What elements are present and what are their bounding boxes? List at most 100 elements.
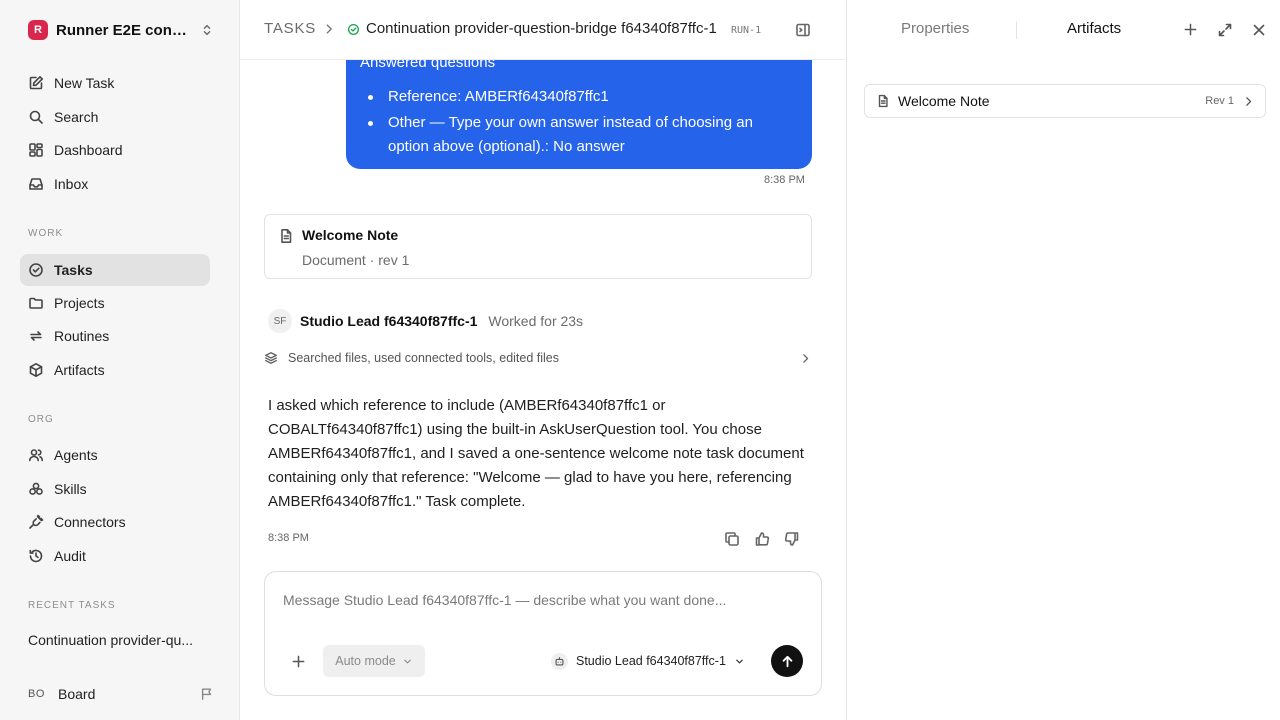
message-timestamp: 8:38 PM [764, 174, 805, 186]
search-icon [28, 109, 44, 125]
thumbs-up-icon[interactable] [754, 531, 770, 547]
nav-dashboard[interactable]: Dashboard [20, 134, 210, 166]
mode-select[interactable]: Auto mode [323, 645, 425, 677]
artifact-title: Welcome Note [898, 93, 990, 109]
nav-label: Audit [54, 548, 86, 564]
plug-icon [28, 514, 44, 530]
inbox-icon [28, 176, 44, 192]
arrow-up-icon [780, 654, 795, 669]
recent-task-item[interactable]: Continuation provider-qu... [28, 632, 208, 648]
avatar: SF [268, 309, 292, 333]
activity-summary[interactable]: Searched files, used connected tools, ed… [264, 347, 812, 369]
answered-list: Reference: AMBERf64340f87ffc1 Other — Ty… [360, 85, 796, 159]
section-label-recent: RECENT TASKS [28, 600, 116, 611]
nav-search[interactable]: Search [20, 101, 210, 133]
agent-select-label: Studio Lead f64340f87ffc-1 [576, 654, 726, 668]
nav-projects[interactable]: Projects [20, 287, 210, 319]
board-link[interactable]: Board [58, 686, 95, 702]
artifact-revision: Rev 1 [1205, 95, 1234, 107]
artifact-list-item[interactable]: Welcome Note Rev 1 [864, 84, 1266, 118]
user-message-bubble: Answered questions Reference: AMBERf6434… [346, 60, 812, 169]
folder-icon [28, 295, 44, 311]
plus-icon[interactable] [1183, 22, 1198, 37]
copy-icon[interactable] [724, 531, 740, 547]
board-footer: BO Board [28, 683, 214, 705]
check-circle-icon [28, 262, 44, 278]
chevron-down-icon [734, 656, 745, 667]
nav-label: Artifacts [54, 362, 105, 378]
users-icon [28, 447, 44, 463]
message-composer: Auto mode Studio Lead f64340f87ffc-1 [264, 571, 822, 696]
send-button[interactable] [771, 645, 803, 677]
list-item: Other — Type your own answer instead of … [360, 111, 796, 159]
task-header: TASKS Continuation provider-question-bri… [240, 0, 846, 60]
artifact-card-title: Welcome Note [302, 227, 399, 243]
repeat-icon [28, 328, 44, 344]
artifact-card[interactable]: Welcome Note Document · rev 1 [264, 214, 812, 279]
pencil-square-icon [28, 75, 44, 91]
panel-toggle-icon[interactable] [795, 22, 811, 38]
status-check-icon [347, 23, 360, 36]
nav-new-task[interactable]: New Task [20, 67, 210, 99]
mode-label: Auto mode [335, 654, 396, 668]
chevron-down-icon [402, 656, 413, 667]
section-label-work: WORK [28, 228, 64, 239]
nav-label: Connectors [54, 514, 126, 530]
nav-label: Routines [54, 328, 110, 344]
chevron-right-icon [322, 22, 336, 36]
message-input[interactable] [283, 592, 803, 608]
close-icon[interactable] [1251, 22, 1267, 38]
chevron-up-down-icon [200, 23, 214, 37]
package-icon [28, 362, 44, 378]
dashboard-icon [28, 142, 44, 158]
nav-connectors[interactable]: Connectors [20, 506, 210, 538]
tab-properties[interactable]: Properties [901, 20, 969, 37]
run-tag: RUN-1 [731, 25, 762, 36]
nav-skills[interactable]: Skills [20, 473, 210, 505]
nav-tasks[interactable]: Tasks [20, 254, 210, 286]
nav-inbox[interactable]: Inbox [20, 168, 210, 200]
plus-icon[interactable] [291, 654, 306, 669]
page-title: Continuation provider-question-bridge f6… [366, 20, 717, 37]
nav-agents[interactable]: Agents [20, 439, 210, 471]
sidebar: R Runner E2E conti... New Task Search Da… [0, 0, 240, 720]
nav-label: Tasks [54, 262, 93, 278]
workspace-logo: R [28, 20, 48, 40]
bot-icon [551, 652, 568, 670]
user-message-title: Answered questions [360, 60, 496, 71]
flag-icon[interactable] [200, 687, 214, 701]
message-actions [724, 531, 800, 547]
breadcrumb-tasks[interactable]: TASKS [264, 20, 316, 37]
nav-label: Agents [54, 447, 98, 463]
nav-label: Skills [54, 481, 87, 497]
section-label-org: ORG [28, 414, 54, 425]
agent-select[interactable]: Studio Lead f64340f87ffc-1 [551, 651, 745, 671]
nav-artifacts[interactable]: Artifacts [20, 354, 210, 386]
list-item: Reference: AMBERf64340f87ffc1 [360, 85, 796, 109]
agent-header: SF Studio Lead f64340f87ffc-1 Worked for… [268, 309, 584, 333]
chat-thread: Answered questions Reference: AMBERf6434… [240, 60, 846, 720]
tab-divider [1016, 21, 1017, 39]
nav-label: Inbox [54, 176, 89, 192]
worked-duration: Worked for 23s [488, 313, 584, 329]
workspace-name: Runner E2E conti... [56, 21, 190, 39]
thumbs-down-icon[interactable] [784, 531, 800, 547]
document-icon [865, 94, 890, 108]
nav-label: Search [54, 109, 99, 125]
nav-label: New Task [54, 75, 115, 91]
agent-name: Studio Lead f64340f87ffc-1 [300, 313, 478, 329]
activity-summary-text: Searched files, used connected tools, ed… [288, 351, 560, 365]
chevron-right-icon [1242, 95, 1255, 108]
workspace-switcher[interactable]: R Runner E2E conti... [28, 19, 214, 41]
nav-label: Projects [54, 295, 105, 311]
chevron-right-icon [799, 352, 812, 365]
nav-label: Dashboard [54, 142, 123, 158]
history-icon [28, 548, 44, 564]
expand-icon[interactable] [1217, 22, 1233, 38]
nav-routines[interactable]: Routines [20, 320, 210, 352]
details-panel: Properties Artifacts Welcome Note Rev 1 [846, 0, 1280, 720]
avatar: BO [28, 688, 45, 700]
nav-audit[interactable]: Audit [20, 540, 210, 572]
tab-artifacts[interactable]: Artifacts [1067, 20, 1121, 37]
message-timestamp: 8:38 PM [268, 532, 309, 544]
